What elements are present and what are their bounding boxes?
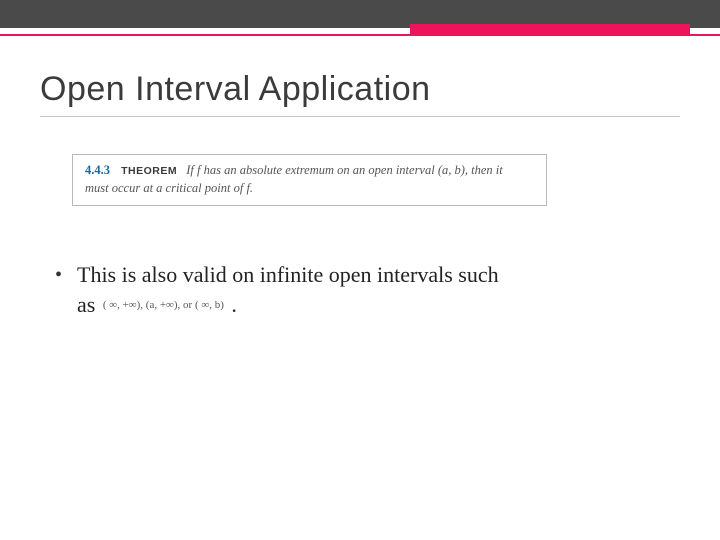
slide-title: Open Interval Application (40, 70, 431, 109)
bullet-math-intervals: ( ∞, +∞), (a, +∞), or ( ∞, b) (101, 299, 226, 311)
bullet-continuation-prefix: as (77, 292, 95, 317)
bullet-continuation-suffix: . (231, 292, 237, 317)
bullet-content: This is also valid on infinite open inte… (77, 260, 680, 319)
bullet-lead-text: This is also valid on infinite open inte… (77, 262, 499, 287)
slide: Open Interval Application 4.4.3 THEOREM … (0, 0, 720, 540)
bullet-marker-icon: • (55, 262, 62, 289)
theorem-label: THEOREM (121, 165, 177, 177)
theorem-box: 4.4.3 THEOREM If f has an absolute extre… (72, 154, 547, 206)
theorem-number: 4.4.3 (85, 163, 110, 177)
theorem-text-line2: must occur at a critical point of f. (85, 181, 253, 195)
top-accent-line (0, 34, 720, 36)
bullet-item: • This is also valid on infinite open in… (55, 260, 680, 319)
theorem-text-line1: If f has an absolute extremum on an open… (186, 163, 503, 177)
top-accent-block (410, 24, 690, 34)
title-underline (40, 116, 680, 117)
